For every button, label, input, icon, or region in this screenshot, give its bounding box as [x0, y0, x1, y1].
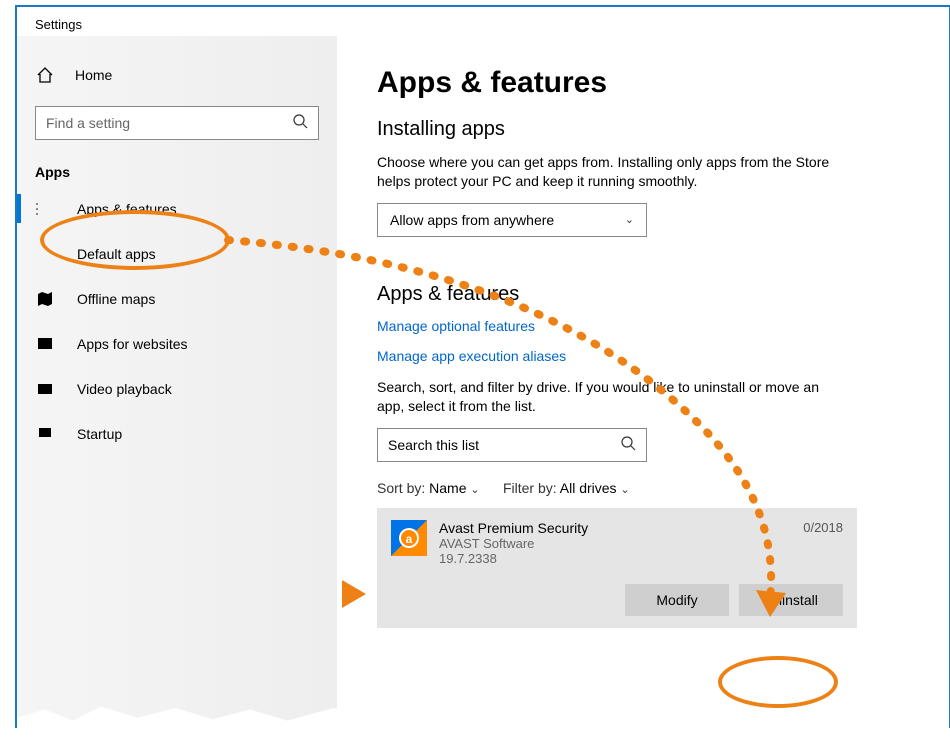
- sidebar-item-label: Offline maps: [77, 291, 155, 307]
- svg-text:a: a: [406, 532, 413, 546]
- filter-label: Filter by:: [503, 480, 557, 496]
- sidebar-item-startup[interactable]: Startup: [17, 411, 337, 456]
- installing-desc: Choose where you can get apps from. Inst…: [377, 153, 837, 191]
- search-desc: Search, sort, and filter by drive. If yo…: [377, 378, 837, 416]
- settings-window: Settings Home Find a setting Apps: [15, 5, 950, 728]
- sidebar-item-apps-websites[interactable]: Apps for websites: [17, 321, 337, 366]
- main-content: Apps & features Installing apps Choose w…: [337, 36, 949, 727]
- install-source-dropdown[interactable]: Allow apps from anywhere ⌄: [377, 203, 647, 237]
- sort-label: Sort by:: [377, 480, 425, 496]
- search-list-placeholder: Search this list: [388, 437, 479, 453]
- search-placeholder: Find a setting: [46, 115, 130, 131]
- sort-dropdown[interactable]: Name ⌄: [429, 480, 479, 496]
- sidebar-item-offline-maps[interactable]: Offline maps: [17, 276, 337, 321]
- defaults-icon: [35, 245, 55, 263]
- sidebar-item-label: Video playback: [77, 381, 172, 397]
- dropdown-value: Allow apps from anywhere: [390, 212, 554, 228]
- filter-dropdown[interactable]: All drives ⌄: [560, 480, 630, 496]
- app-meta: Avast Premium Security AVAST Software 19…: [439, 520, 803, 566]
- chevron-down-icon: ⌄: [625, 213, 634, 226]
- chevron-down-icon: ⌄: [470, 484, 479, 496]
- link-execution-aliases[interactable]: Manage app execution aliases: [377, 348, 919, 364]
- search-icon: [292, 113, 308, 134]
- body: Home Find a setting Apps Apps & features: [17, 36, 949, 727]
- home-nav[interactable]: Home: [17, 54, 337, 96]
- sidebar-section: Apps: [17, 154, 337, 186]
- search-icon: [620, 435, 636, 454]
- link-optional-features[interactable]: Manage optional features: [377, 318, 919, 334]
- video-icon: [35, 380, 55, 398]
- uninstall-button[interactable]: Uninstall: [739, 584, 843, 616]
- chevron-down-icon: ⌄: [620, 484, 629, 496]
- home-icon: [35, 66, 55, 84]
- search-list-input[interactable]: Search this list: [377, 428, 647, 462]
- window-title: Settings: [17, 7, 949, 36]
- app-buttons: Modify Uninstall: [391, 584, 843, 616]
- sidebar-item-label: Default apps: [77, 246, 156, 262]
- app-name: Avast Premium Security: [439, 520, 803, 536]
- app-version: 19.7.2338: [439, 551, 803, 566]
- sidebar-item-label: Apps for websites: [77, 336, 188, 352]
- list-icon: [35, 200, 55, 218]
- apps-heading: Apps & features: [377, 283, 919, 306]
- modify-button[interactable]: Modify: [625, 584, 729, 616]
- app-publisher: AVAST Software: [439, 536, 803, 551]
- search-input[interactable]: Find a setting: [35, 106, 319, 140]
- sort-filter-row: Sort by: Name ⌄ Filter by: All drives ⌄: [377, 480, 919, 496]
- sidebar-item-label: Apps & features: [77, 201, 177, 217]
- sidebar-item-default-apps[interactable]: Default apps: [17, 231, 337, 276]
- page-title: Apps & features: [377, 66, 919, 100]
- sidebar-item-label: Startup: [77, 426, 122, 442]
- app-card[interactable]: a Avast Premium Security AVAST Software …: [377, 508, 857, 628]
- app-date: 0/2018: [803, 520, 843, 535]
- home-label: Home: [75, 67, 112, 83]
- sidebar: Home Find a setting Apps Apps & features: [17, 36, 337, 727]
- avast-icon: a: [391, 520, 427, 556]
- map-icon: [35, 290, 55, 308]
- sidebar-item-video-playback[interactable]: Video playback: [17, 366, 337, 411]
- app-card-header: a Avast Premium Security AVAST Software …: [391, 520, 843, 566]
- startup-icon: [35, 425, 55, 443]
- websites-icon: [35, 335, 55, 353]
- installing-heading: Installing apps: [377, 118, 919, 141]
- sidebar-item-apps-features[interactable]: Apps & features: [17, 186, 337, 231]
